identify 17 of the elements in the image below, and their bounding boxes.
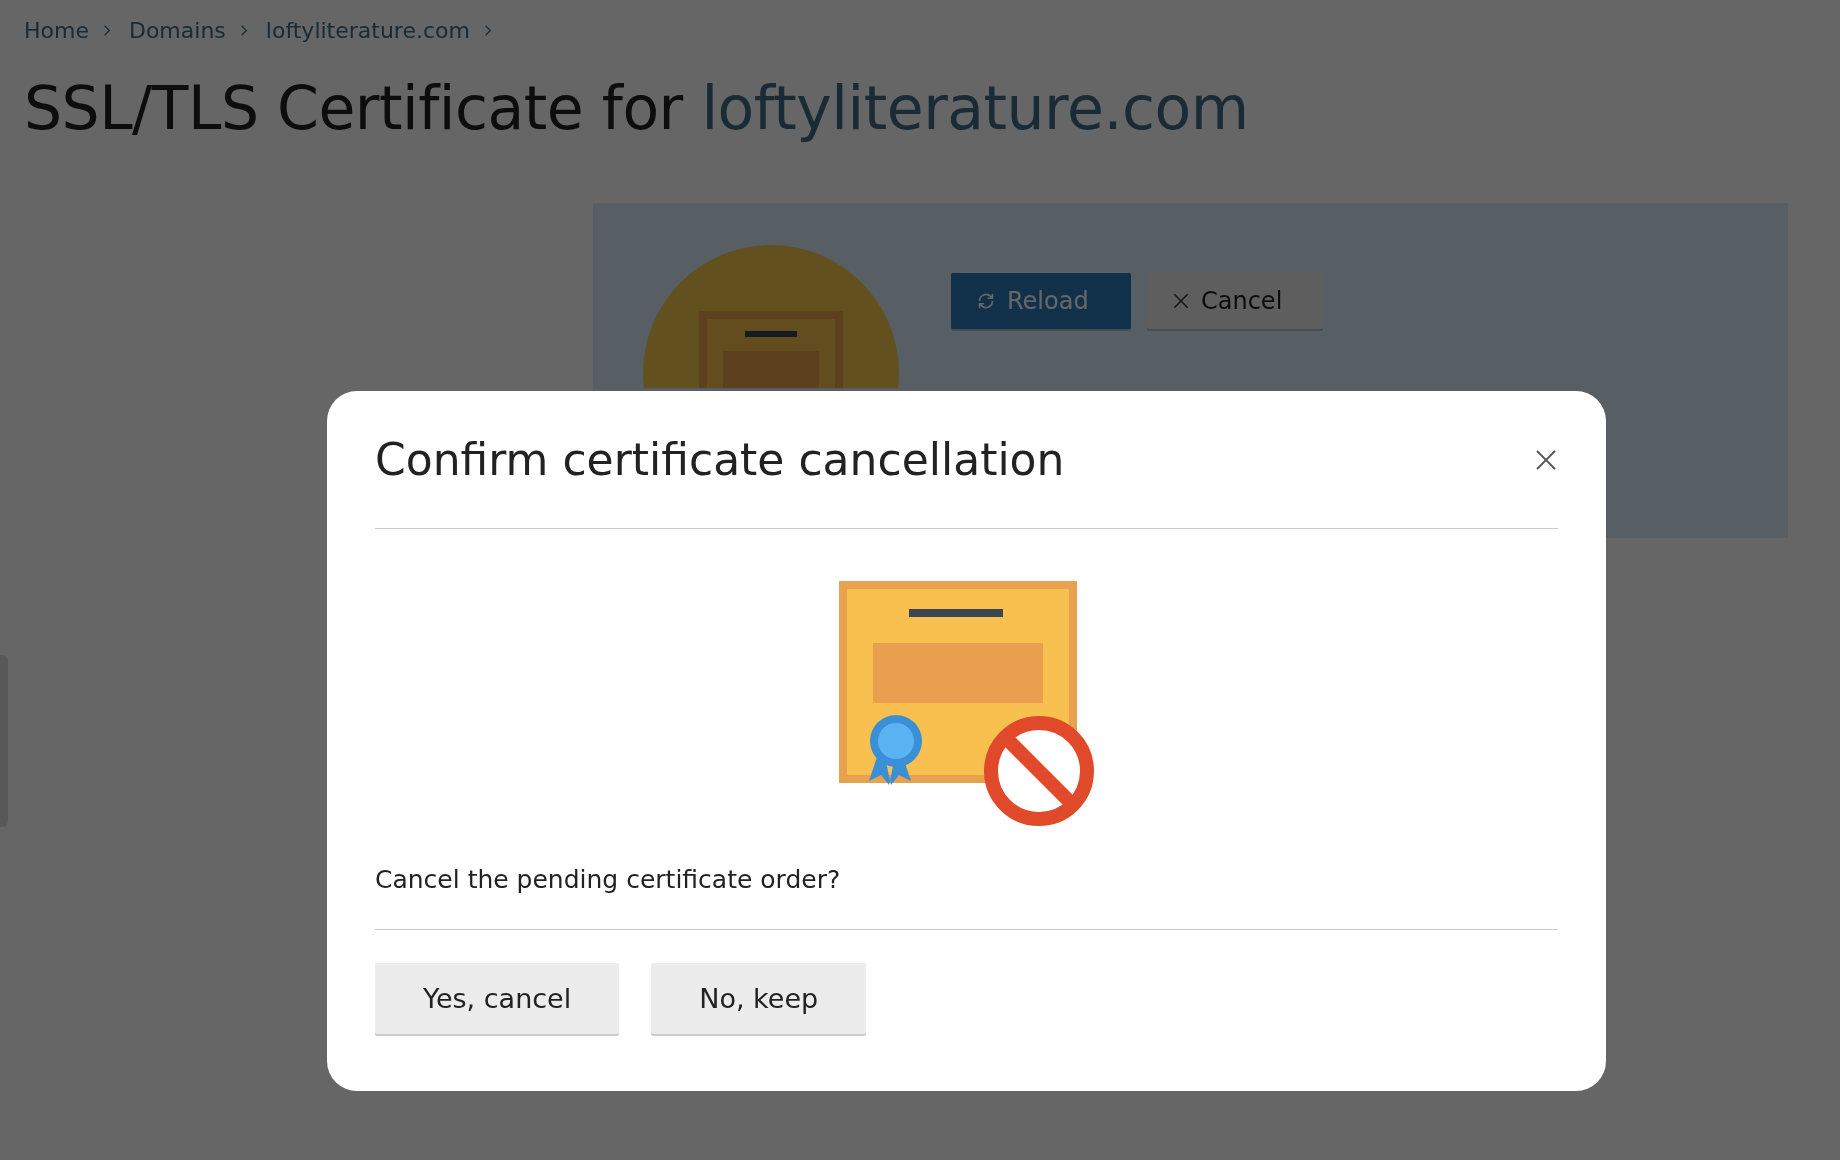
dialog-title: Confirm certificate cancellation — [375, 434, 1065, 485]
cancel-button[interactable]: Cancel — [1147, 273, 1323, 329]
breadcrumb-link[interactable]: Home — [24, 18, 89, 43]
breadcrumb-link[interactable]: Domains — [128, 18, 226, 43]
reload-button[interactable]: Reload — [951, 273, 1131, 329]
dialog-message: Cancel the pending certificate order? — [375, 865, 1558, 930]
breadcrumb-link[interactable]: loftyliterature.com — [265, 18, 470, 43]
chevron-icon — [239, 24, 248, 37]
keep-button[interactable]: No, keep — [651, 963, 867, 1034]
page-title: SSL/TLS Certificate for — [24, 73, 683, 143]
cancelled-certificate-icon — [838, 581, 1095, 827]
close-icon — [1171, 291, 1191, 311]
close-icon[interactable] — [1534, 447, 1558, 472]
chevron-icon — [102, 24, 111, 37]
domain-link[interactable]: loftyliterature.com — [701, 73, 1249, 143]
confirm-button[interactable]: Yes, cancel — [375, 963, 620, 1034]
chevron-icon — [483, 24, 492, 37]
